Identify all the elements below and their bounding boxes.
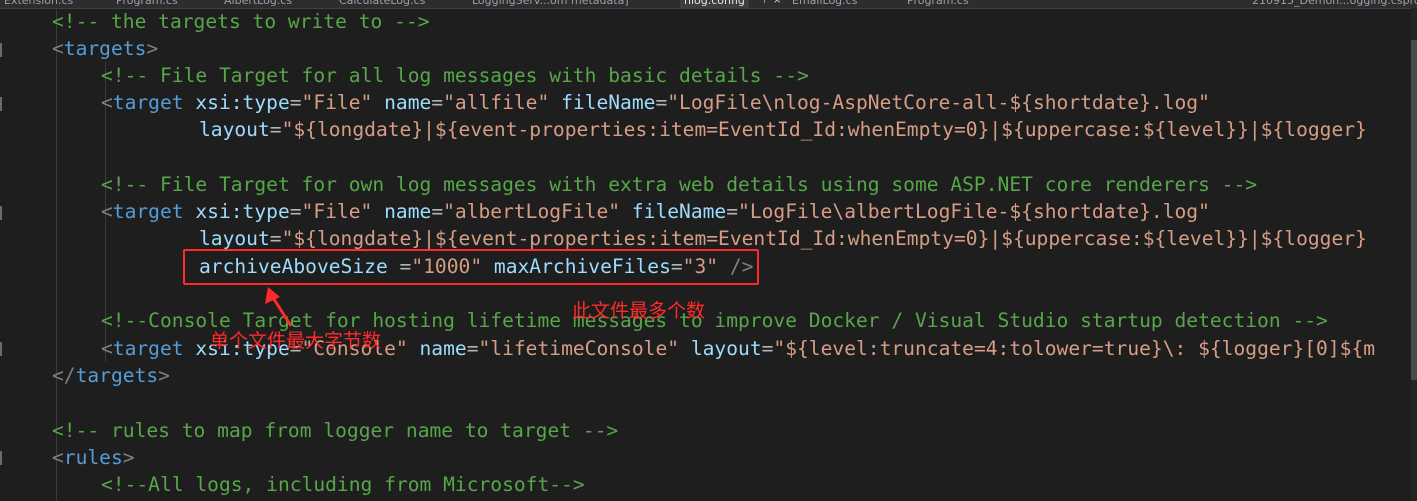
code-line-18: <!--All logs, including from Microsoft--… (101, 473, 585, 496)
tab-calculatelog-cs[interactable]: CalculateLog.cs (335, 0, 429, 8)
code-line-16: <!-- rules to map from logger name to ta… (52, 419, 619, 442)
code-line-3: <!-- File Target for all log messages wi… (101, 64, 809, 87)
code-line-2: <targets> (52, 37, 159, 60)
code-line-9: layout="${longdate}|${event-properties:i… (199, 227, 1367, 250)
code-line-17: <rules> (52, 446, 135, 469)
annotation-max-files: 此文件最多个数 (572, 300, 706, 322)
code-line-4: <target xsi:type="File" name="allfile" f… (101, 91, 1210, 114)
tab-nlog-config[interactable]: nlog.config (680, 0, 749, 8)
code-line-7: <!-- File Target for own log messages wi… (101, 173, 1258, 196)
gutter-marker (0, 97, 2, 111)
annotation-arrow-icon (265, 287, 293, 327)
gutter-marker (0, 43, 2, 57)
tab-loggingservice[interactable]: LoggingServ...om metadata] (468, 0, 633, 8)
tab-albertlog-cs[interactable]: AlbertLog.cs (220, 0, 296, 8)
tab-csproj[interactable]: 210915_Demon...ogging.csproj (1248, 0, 1417, 8)
gutter-marker (0, 342, 2, 356)
editor-window: Extension.cs Program.cs AlbertLog.cs Cal… (0, 0, 1417, 501)
scrollbar-thumb[interactable] (1411, 40, 1417, 380)
tab-program-cs-2[interactable]: Program.cs (903, 0, 973, 8)
gutter-marker (0, 206, 2, 220)
code-line-8: <target xsi:type="File" name="albertLogF… (101, 200, 1210, 223)
code-line-5: layout="${longdate}|${event-properties:i… (199, 118, 1367, 141)
close-icon[interactable]: × (773, 0, 781, 8)
pin-icon[interactable]: ⊣ (757, 0, 766, 8)
tab-emaillog-cs[interactable]: EmailLog.cs (788, 0, 861, 8)
gutter-marker (0, 451, 2, 465)
annotation-max-size: 单个文件最大字节数 (210, 330, 382, 352)
code-line-14: </targets> (52, 364, 170, 387)
annotation-highlight-box (183, 249, 759, 285)
code-line-1: <!-- the targets to write to --> (52, 10, 430, 33)
tab-extension-cs[interactable]: Extension.cs (0, 0, 77, 8)
tab-program-cs[interactable]: Program.cs (112, 0, 182, 8)
